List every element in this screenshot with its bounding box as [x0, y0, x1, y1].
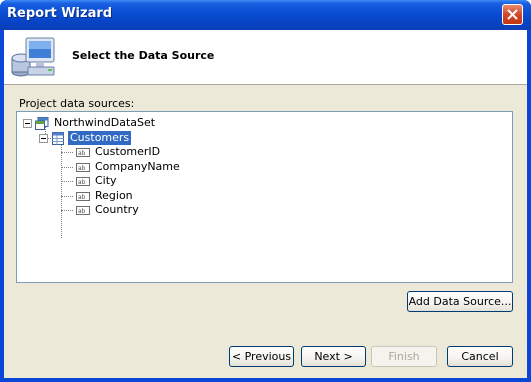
next-button[interactable]: Next > — [301, 346, 366, 367]
dataset-label: NorthwindDataSet — [54, 116, 156, 129]
tree-node-table[interactable]: Customers — [39, 131, 132, 145]
field-icon: ab — [76, 176, 90, 186]
wizard-header: Select the Data Source — [4, 30, 527, 85]
svg-text:ab: ab — [78, 150, 86, 157]
svg-text:ab: ab — [78, 208, 86, 215]
title-bar[interactable]: Report Wizard — [0, 0, 531, 30]
data-source-tree[interactable]: NorthwindDataSet Customers ab CustomerID — [16, 111, 513, 283]
field-icon: ab — [76, 191, 90, 201]
field-label: City — [95, 174, 117, 187]
window-title: Report Wizard — [7, 6, 113, 21]
finish-button[interactable]: Finish — [371, 346, 437, 367]
svg-text:ab: ab — [78, 165, 86, 172]
tree-connector — [61, 152, 73, 153]
tree-node-field[interactable]: ab CustomerID — [73, 145, 162, 159]
dataset-icon — [35, 116, 49, 130]
field-icon: ab — [76, 205, 90, 215]
field-label: Country — [95, 203, 139, 216]
tree-node-field[interactable]: ab Country — [73, 203, 141, 217]
computer-database-icon — [11, 37, 55, 77]
collapse-toggle[interactable] — [23, 118, 32, 128]
field-icon: ab — [76, 162, 90, 172]
tree-node-dataset[interactable]: NorthwindDataSet — [23, 116, 157, 130]
table-icon — [52, 131, 64, 145]
svg-text:ab: ab — [78, 194, 86, 201]
tree-node-field[interactable]: ab City — [73, 174, 119, 188]
tree-node-field[interactable]: ab Region — [73, 189, 135, 203]
tree-connector — [61, 138, 62, 238]
field-icon: ab — [76, 147, 90, 157]
close-icon — [507, 9, 518, 20]
field-label: CustomerID — [95, 145, 161, 158]
table-label: Customers — [68, 131, 132, 145]
svg-text:ab: ab — [78, 179, 86, 186]
field-label: CompanyName — [95, 160, 180, 173]
close-button[interactable] — [502, 4, 523, 25]
tree-node-field[interactable]: ab CompanyName — [73, 160, 182, 174]
data-sources-label: Project data sources: — [19, 97, 135, 110]
previous-button[interactable]: < Previous — [229, 346, 294, 367]
dialog-body: Select the Data Source Project data sour… — [4, 30, 527, 378]
page-title: Select the Data Source — [72, 49, 215, 62]
tree-connector — [61, 196, 73, 197]
cancel-button[interactable]: Cancel — [447, 346, 513, 367]
collapse-toggle[interactable] — [39, 133, 48, 143]
field-label: Region — [95, 189, 133, 202]
tree-connector — [61, 167, 73, 168]
tree-connector — [61, 210, 73, 211]
tree-connector — [61, 181, 73, 182]
report-wizard-window: Report Wizard Select the Data Source Pro… — [0, 0, 531, 382]
add-data-source-button[interactable]: Add Data Source... — [407, 291, 513, 312]
